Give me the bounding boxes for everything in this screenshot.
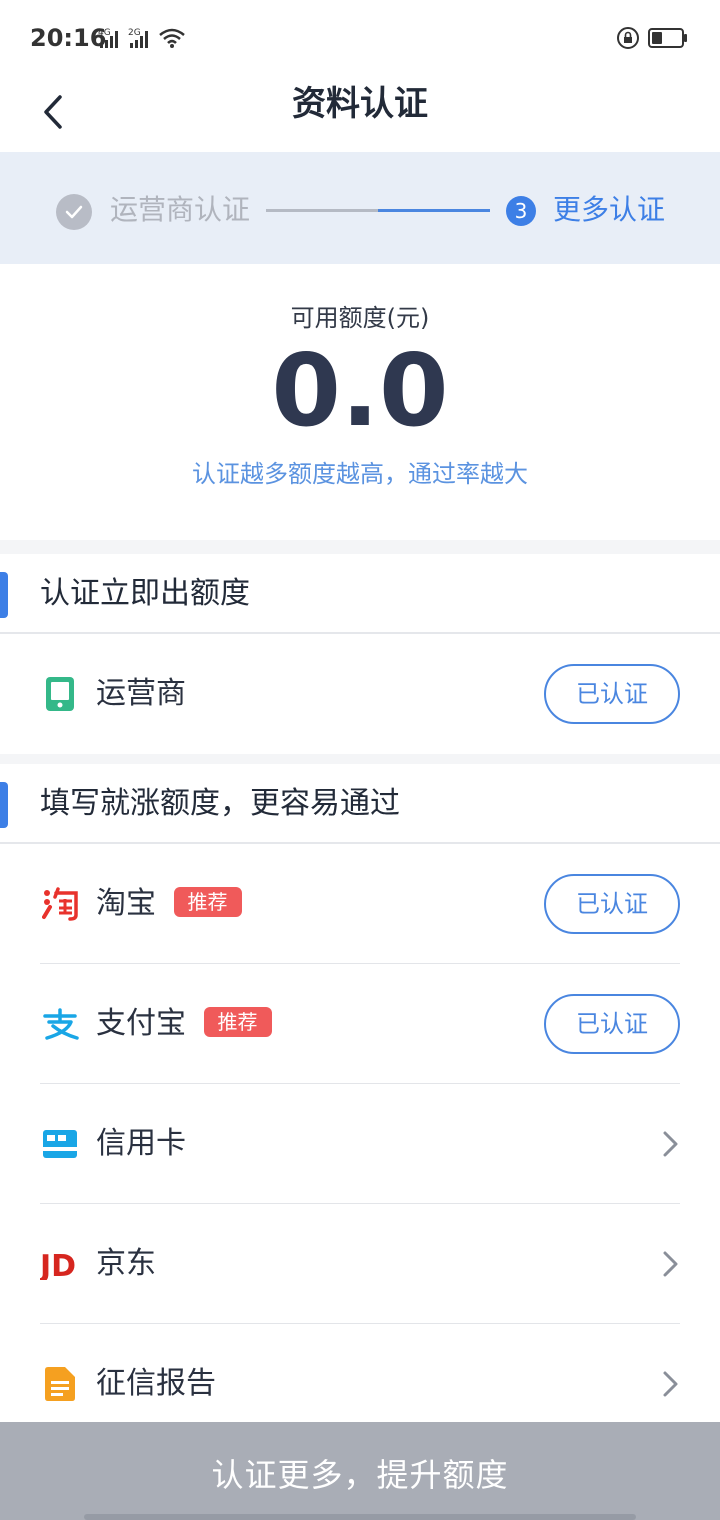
recommended-badge: 推荐 <box>203 1006 272 1037</box>
chevron-right-icon[interactable] <box>662 1130 680 1158</box>
svg-text:2G: 2G <box>128 28 141 38</box>
list-item-credit-card[interactable]: 信用卡 <box>0 1084 720 1204</box>
svg-text:JD: JD <box>40 1249 76 1280</box>
credit-label: 可用额度(元) <box>290 304 430 332</box>
step1-label: 运营商认证 <box>110 193 251 226</box>
section-header: 填写就涨额度，更容易通过 <box>0 764 720 844</box>
credit-value: 0.0 <box>271 332 449 449</box>
credit-panel: 可用额度(元) 0.0 认证越多额度越高，通过率越大 <box>0 264 720 540</box>
step-connector-done <box>266 209 378 212</box>
header: 资料认证 <box>0 76 720 152</box>
wifi-icon <box>159 28 185 48</box>
step3-number-badge: 3 <box>506 196 536 226</box>
phone-icon <box>40 676 80 712</box>
section-title: 填写就涨额度，更容易通过 <box>40 786 400 821</box>
section-accent-bar <box>0 572 8 618</box>
section-title: 认证立即出额度 <box>40 576 250 611</box>
verified-button[interactable]: 已认证 <box>544 994 680 1054</box>
row-label: 支付宝 推荐 <box>96 964 272 1084</box>
section-accent-bar <box>0 782 8 828</box>
chevron-right-icon[interactable] <box>662 1370 680 1398</box>
chevron-right-icon[interactable] <box>662 1250 680 1278</box>
credit-card-icon <box>40 1126 80 1162</box>
page-title: 资料认证 <box>292 84 428 124</box>
row-label-text: 淘宝 <box>96 886 156 921</box>
step-completed-check-icon <box>56 194 92 230</box>
jd-icon: JD <box>40 1246 80 1282</box>
home-indicator <box>84 1514 636 1520</box>
report-icon <box>40 1366 80 1402</box>
section-header: 认证立即出额度 <box>0 554 720 634</box>
section-instant-credit: 认证立即出额度 运营商 已认证 <box>0 554 720 754</box>
row-label: 京东 <box>96 1246 156 1281</box>
taobao-icon <box>40 886 80 922</box>
section-more-credit: 填写就涨额度，更容易通过 淘宝 推荐 已认证 支付宝 推荐 已认证 信用卡 JD… <box>0 764 720 1422</box>
certify-more-button[interactable]: 认证更多，提升额度 <box>0 1422 720 1520</box>
row-label: 信用卡 <box>96 1126 186 1161</box>
alipay-icon <box>40 1006 80 1042</box>
step3-label: 更多认证 <box>553 193 666 226</box>
svg-text:4G: 4G <box>98 28 111 38</box>
row-label-text: 支付宝 <box>96 1006 186 1041</box>
status-bar: 20:16 4G 2G <box>0 0 720 76</box>
rotation-lock-icon <box>617 27 639 49</box>
credit-hint: 认证越多额度越高，通过率越大 <box>192 460 528 488</box>
list-item-alipay[interactable]: 支付宝 推荐 已认证 <box>0 964 720 1084</box>
list-item-operator[interactable]: 运营商 已认证 <box>0 634 720 754</box>
battery-icon <box>648 28 687 48</box>
list-item-jd[interactable]: JD 京东 <box>0 1204 720 1324</box>
list-item-taobao[interactable]: 淘宝 推荐 已认证 <box>0 844 720 964</box>
signal-2g-icon: 2G <box>128 28 148 48</box>
step-connector-active <box>378 209 490 212</box>
recommended-badge: 推荐 <box>173 886 242 917</box>
verified-button[interactable]: 已认证 <box>544 874 680 934</box>
verified-button[interactable]: 已认证 <box>544 664 680 724</box>
row-label: 运营商 <box>96 676 186 711</box>
signal-4g-icon: 4G <box>98 28 118 48</box>
row-label: 淘宝 推荐 <box>96 844 242 964</box>
status-time: 20:16 <box>30 24 107 52</box>
